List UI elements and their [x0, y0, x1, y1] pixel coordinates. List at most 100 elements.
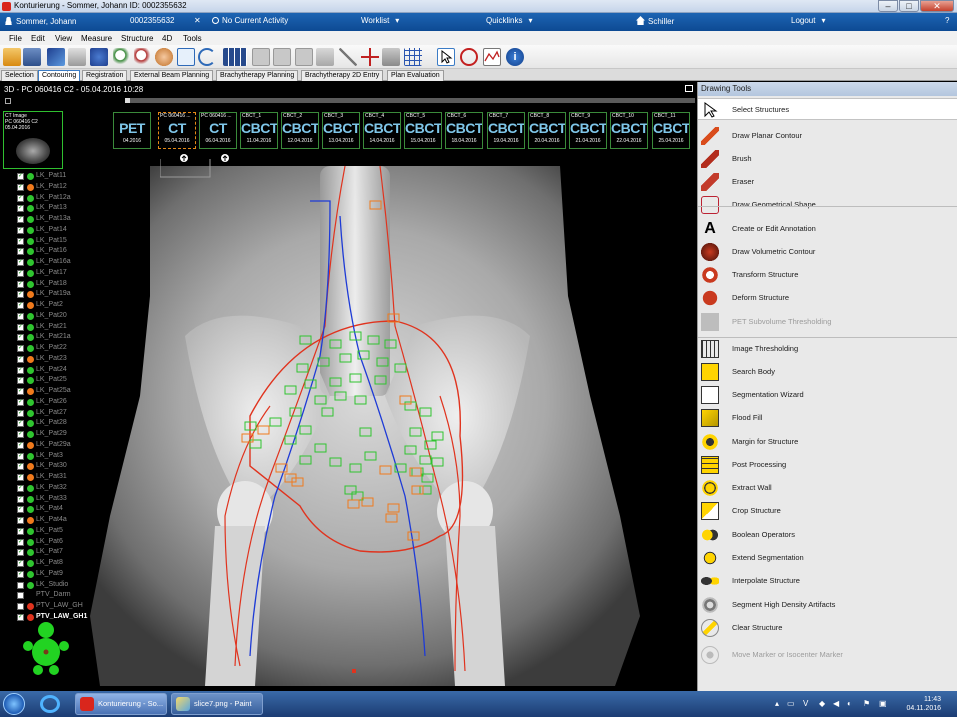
tool-select-structures[interactable]: Select Structures [698, 98, 957, 120]
zoom-out-icon[interactable] [134, 48, 152, 66]
tool-deform-structure[interactable]: Deform Structure [698, 287, 957, 309]
structure-row[interactable]: ✓ LK_Pat9 [5, 569, 125, 580]
structure-checkbox[interactable]: ✓ [17, 183, 24, 191]
view-3-icon[interactable] [273, 48, 291, 66]
structure-checkbox[interactable] [17, 592, 24, 600]
structure-checkbox[interactable] [17, 603, 24, 610]
structure-row[interactable]: ✓ LK_Pat26 [5, 397, 125, 408]
structure-row[interactable]: ✓ LK_Pat16a [5, 257, 125, 268]
menu-structure[interactable]: Structure [121, 34, 153, 43]
structure-color-swatch[interactable] [27, 334, 34, 342]
structure-color-swatch[interactable] [27, 560, 34, 567]
structure-color-swatch[interactable] [27, 474, 34, 481]
structure-row[interactable]: ✓ LK_Pat14 [5, 225, 125, 236]
structure-checkbox[interactable]: ✓ [17, 194, 24, 202]
structure-color-swatch[interactable] [27, 484, 34, 492]
menu-4d[interactable]: 4D [162, 34, 172, 43]
structure-color-swatch[interactable] [27, 603, 34, 610]
structure-color-swatch[interactable] [27, 312, 34, 320]
scan-thumbnail[interactable]: CBCT_3 CBCT 13.04.2016 [322, 112, 360, 149]
select-cursor-icon[interactable] [437, 48, 455, 66]
structure-color-swatch[interactable] [27, 291, 34, 299]
structure-color-swatch[interactable] [27, 463, 34, 471]
zoom-fit-icon[interactable] [177, 48, 195, 66]
structure-checkbox[interactable]: ✓ [17, 291, 24, 299]
structure-checkbox[interactable]: ✓ [17, 377, 24, 385]
structure-checkbox[interactable]: ✓ [17, 409, 24, 417]
crosshair-icon[interactable] [361, 48, 379, 66]
structure-row[interactable]: ✓ LK_Pat4 [5, 504, 125, 515]
ruler-icon[interactable] [339, 48, 357, 66]
structure-checkbox[interactable]: ✓ [17, 323, 24, 331]
tool-brush[interactable]: Brush [698, 148, 957, 170]
menu-file[interactable]: File [9, 34, 22, 43]
activity-field[interactable]: No Current Activity [212, 16, 288, 25]
structure-checkbox[interactable]: ✓ [17, 248, 24, 256]
structure-checkbox[interactable]: ✓ [17, 269, 24, 277]
menu-tools[interactable]: Tools [183, 34, 202, 43]
tray-v-icon[interactable]: V [803, 699, 808, 708]
structure-color-swatch[interactable] [27, 452, 34, 460]
scan-thumbnail[interactable]: PET 04.2016 [113, 112, 151, 149]
structure-row[interactable]: ✓ LK_Pat29 [5, 429, 125, 440]
structure-color-swatch[interactable] [27, 183, 34, 191]
structure-color-swatch[interactable] [27, 441, 34, 449]
structure-color-swatch[interactable] [27, 377, 34, 385]
home-link[interactable]: Schiller [636, 16, 674, 26]
structure-checkbox[interactable]: ✓ [17, 312, 24, 320]
structure-checkbox[interactable]: ✓ [17, 388, 24, 395]
structure-checkbox[interactable]: ✓ [17, 259, 24, 266]
taskbar-paint-app[interactable]: slice7.png - Paint [171, 693, 263, 715]
structure-checkbox[interactable]: ✓ [17, 549, 24, 557]
structure-checkbox[interactable]: ✓ [17, 420, 24, 428]
save-icon[interactable] [23, 48, 41, 66]
structure-row[interactable]: ✓ LK_Pat33 [5, 494, 125, 505]
scan-thumbnail[interactable]: CBCT_10 CBCT 22.04.2016 [610, 112, 648, 149]
patient-selector[interactable]: Sommer, Johann [4, 16, 76, 26]
structure-checkbox[interactable]: ✓ [17, 355, 24, 363]
scan-thumbnail[interactable]: PC 060416 ... CT 06.04.2016 [199, 112, 237, 149]
tool-transform-structure[interactable]: Transform Structure [698, 264, 957, 286]
structure-checkbox[interactable]: ✓ [17, 345, 24, 352]
structure-row[interactable]: ✓ LK_Pat17 [5, 268, 125, 279]
tool-boolean-operators[interactable]: Boolean Operators [698, 524, 957, 546]
tool-segment-high-density-artifacts[interactable]: Segment High Density Artifacts [698, 594, 957, 616]
structure-color-swatch[interactable] [27, 269, 34, 277]
structure-checkbox[interactable]: ✓ [17, 398, 24, 406]
structure-row[interactable]: ✓ LK_Pat5 [5, 526, 125, 537]
structure-checkbox[interactable]: ✓ [17, 474, 24, 481]
target-icon[interactable] [460, 48, 478, 66]
structure-color-swatch[interactable] [27, 506, 34, 514]
tray-sync-icon[interactable]: ◐ [847, 699, 852, 708]
structure-color-swatch[interactable] [27, 259, 34, 266]
layout-icon[interactable] [68, 48, 86, 66]
structure-row[interactable]: ✓ LK_Pat2 [5, 300, 125, 311]
tab-brachytherapy-planning[interactable]: Brachytherapy Planning [216, 70, 299, 81]
tray-volume-icon[interactable]: ◀ [833, 699, 839, 708]
maximize-button[interactable]: □ [899, 0, 919, 12]
structure-color-swatch[interactable] [27, 538, 34, 546]
worklist-menu[interactable]: Worklist [361, 16, 399, 25]
structure-row[interactable]: ✓ LK_Pat3 [5, 451, 125, 462]
scan-thumbnail[interactable]: CBCT_4 CBCT 14.04.2016 [363, 112, 401, 149]
menu-measure[interactable]: Measure [81, 34, 112, 43]
structure-row[interactable]: ✓ LK_Pat8 [5, 558, 125, 569]
structure-row[interactable]: ✓ LK_Pat27 [5, 408, 125, 419]
structure-row[interactable]: ✓ LK_Pat21 [5, 322, 125, 333]
structure-checkbox[interactable]: ✓ [17, 205, 24, 213]
structure-row[interactable]: ✓ LK_Pat6 [5, 537, 125, 548]
tray-network-icon[interactable]: ▭ [787, 699, 795, 708]
tool-extend-segmentation[interactable]: Extend Segmentation [698, 547, 957, 569]
tab-registration[interactable]: Registration [82, 70, 128, 81]
grid-icon[interactable] [404, 48, 422, 66]
clock[interactable]: 11:43 04.11.2016 [906, 695, 941, 713]
structure-checkbox[interactable]: ✓ [17, 441, 24, 449]
structure-row[interactable]: ✓ LK_Pat13a [5, 214, 125, 225]
tray-flag-icon[interactable]: ⚑ [863, 699, 870, 708]
structure-checkbox[interactable]: ✓ [17, 463, 24, 471]
structure-color-swatch[interactable] [27, 431, 34, 438]
structure-checkbox[interactable]: ✓ [17, 173, 24, 180]
structure-color-swatch[interactable] [27, 216, 34, 223]
structure-color-swatch[interactable] [27, 581, 34, 589]
tool-image-thresholding[interactable]: Image Thresholding [698, 338, 957, 360]
